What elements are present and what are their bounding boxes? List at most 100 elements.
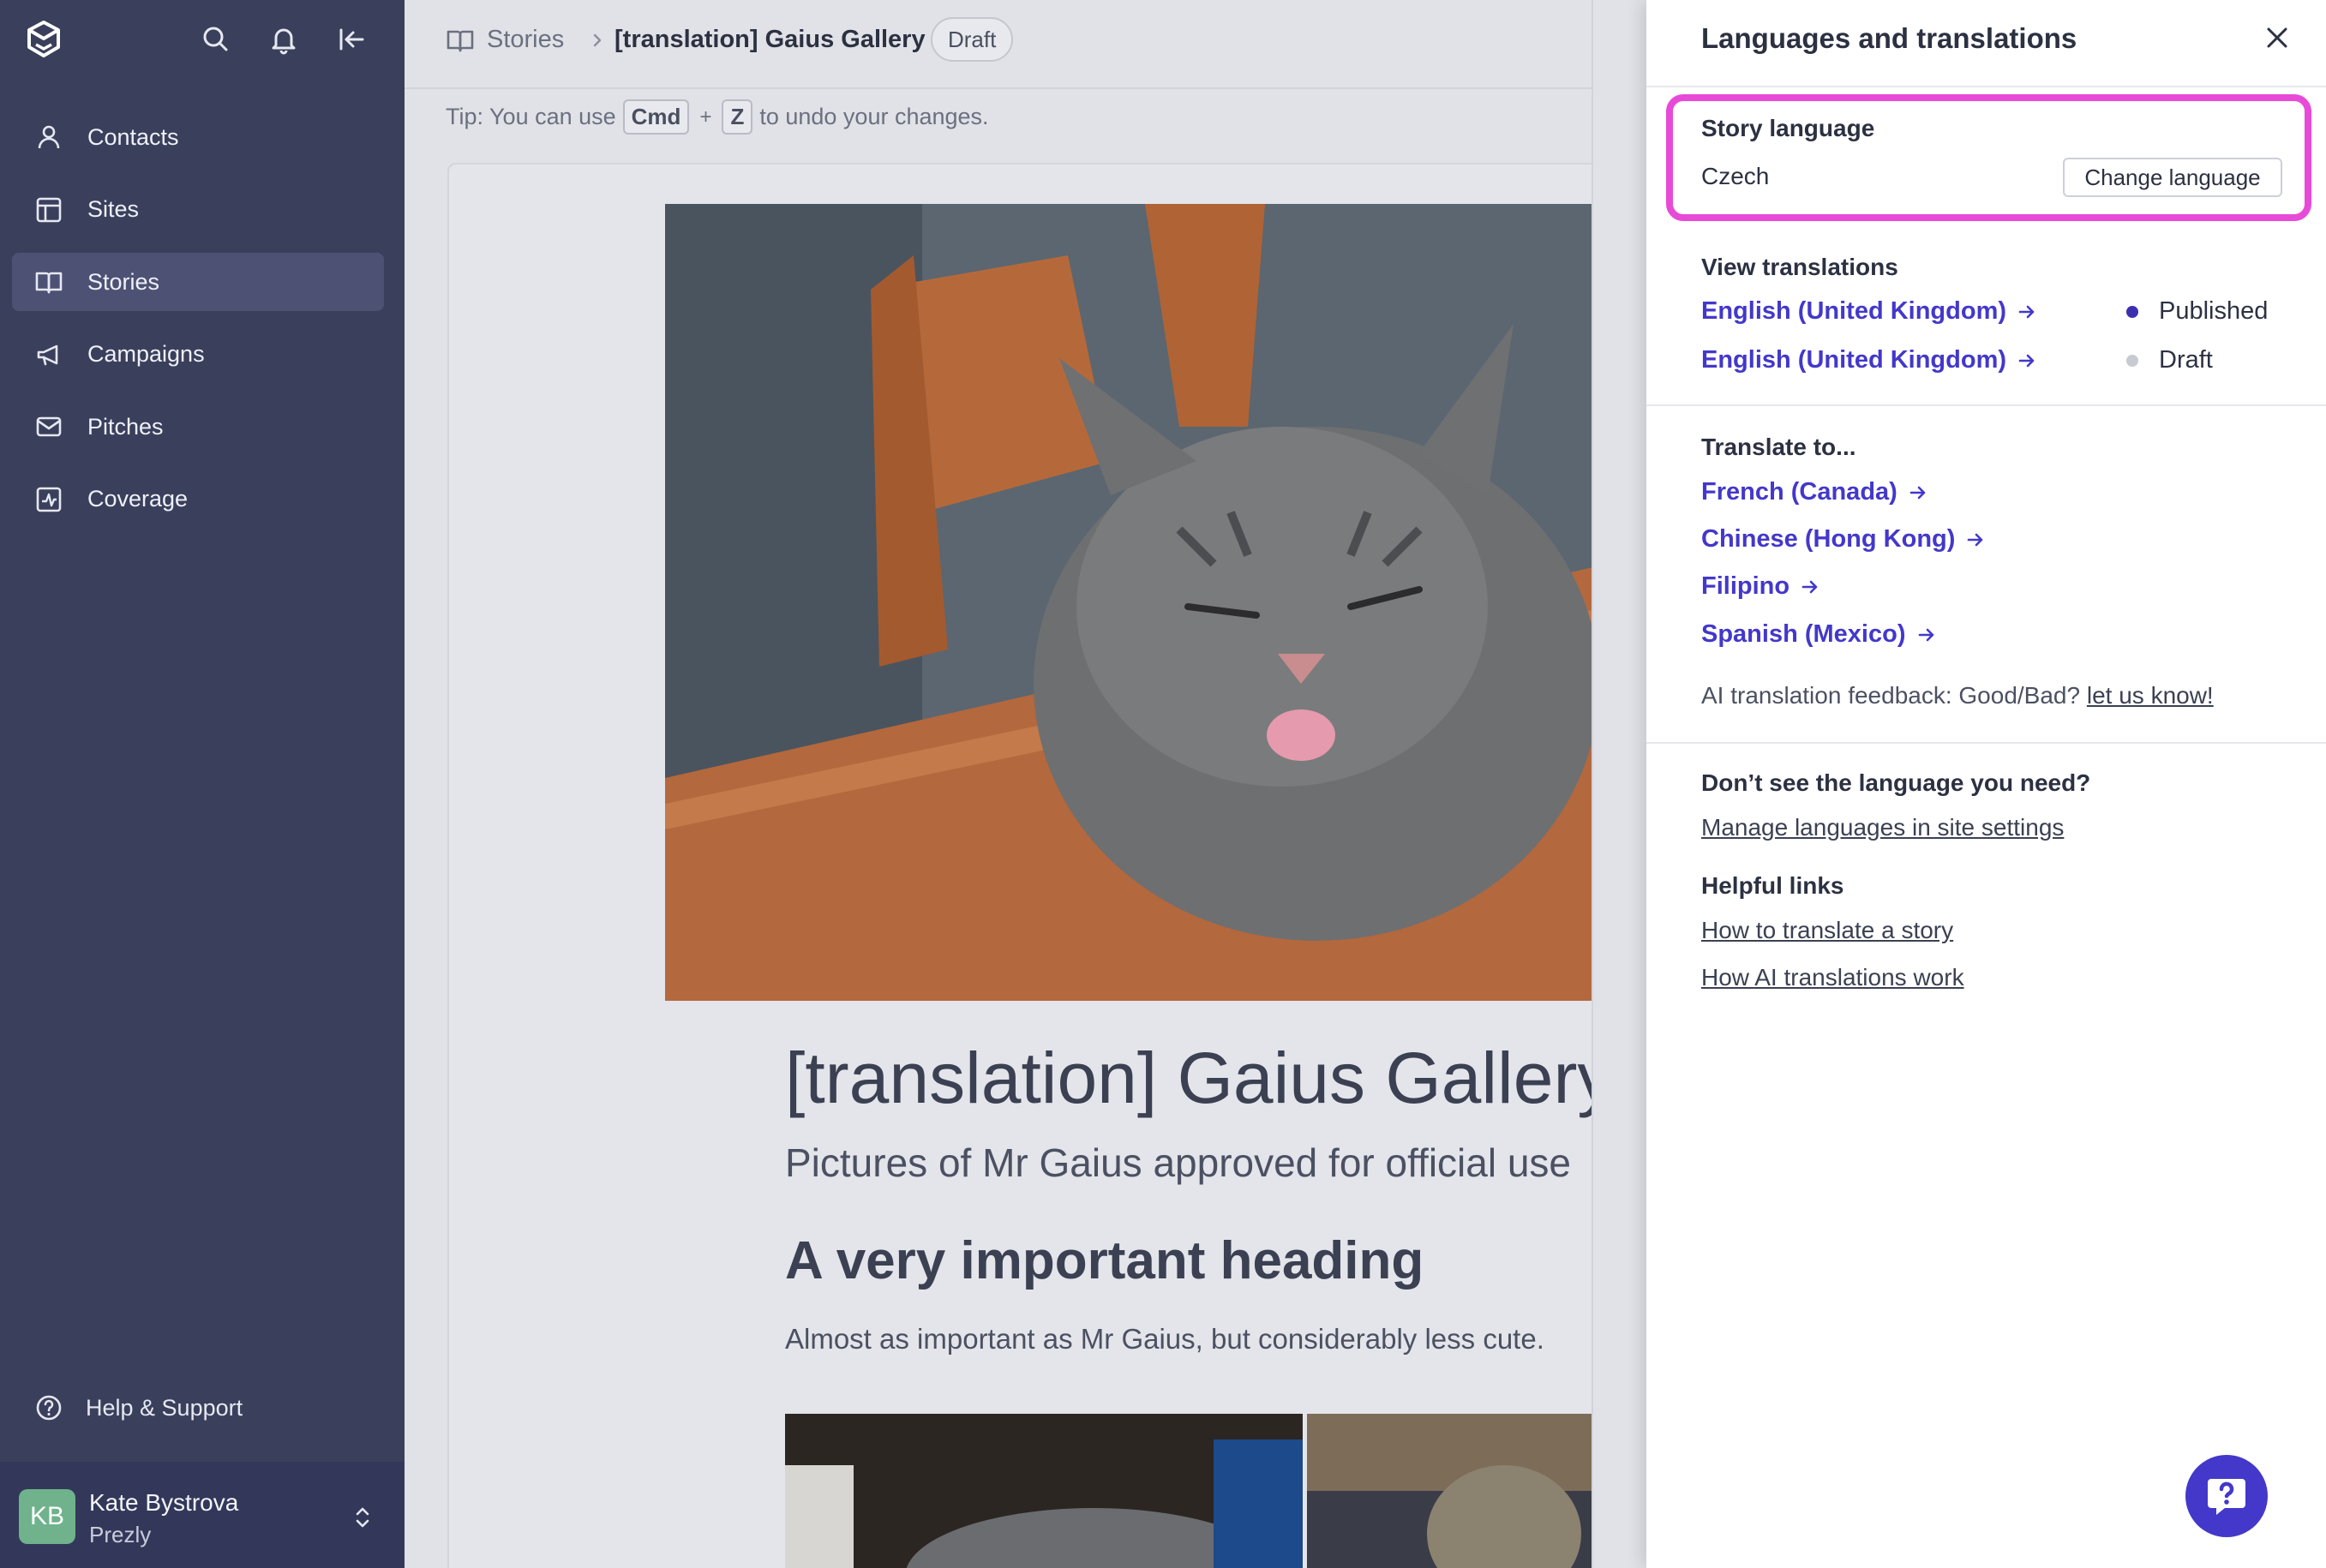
collapse-sidebar-icon[interactable] <box>334 22 369 57</box>
sidebar-item-label: Coverage <box>87 486 189 512</box>
arrow-right-icon <box>2018 305 2035 318</box>
mail-icon <box>36 416 62 437</box>
prezly-logo-icon[interactable] <box>24 19 63 60</box>
chevron-up-down-icon[interactable] <box>348 1503 377 1532</box>
arrow-right-icon <box>1918 628 1933 641</box>
tip-plus: + <box>699 105 712 129</box>
sidebar-item-label: Campaigns <box>87 341 205 367</box>
sidebar-header <box>0 0 405 81</box>
undo-tip: Tip: You can use Cmd + Z to undo your ch… <box>446 99 989 135</box>
missing-language-label: Don’t see the language you need? <box>1701 769 2091 796</box>
user-org: Prezly <box>89 1522 152 1547</box>
tip-suffix: to undo your changes. <box>759 104 989 129</box>
status-label: Published <box>2159 297 2269 325</box>
translate-to-label: Translate to... <box>1701 434 1856 460</box>
sidebar-item-label: Stories <box>87 268 160 295</box>
translation-status: Published <box>2126 297 2268 326</box>
sidebar-item-stories[interactable]: Stories <box>12 253 384 311</box>
arrow-right-icon <box>1909 486 1926 499</box>
bell-icon[interactable] <box>267 22 301 57</box>
cat-photo <box>665 204 1592 1001</box>
settings-strip <box>1592 0 1646 1568</box>
story-language-label: Story language <box>1701 115 1875 141</box>
helpful-links-label: Helpful links <box>1701 872 1844 899</box>
translation-link[interactable]: English (United Kingdom) <box>1701 297 2037 326</box>
ai-feedback: AI translation feedback: Good/Bad? let u… <box>1701 682 2214 709</box>
arrow-right-icon <box>1801 580 1818 593</box>
translation-link-label: English (United Kingdom) <box>1701 297 2007 325</box>
sidebar-item-campaigns[interactable]: Campaigns <box>12 326 384 384</box>
question-circle-icon <box>36 1395 62 1421</box>
sidebar-item-sites[interactable]: Sites <box>12 181 384 239</box>
gallery-image[interactable] <box>785 1414 1303 1568</box>
sidebar-item-label: Pitches <box>87 413 164 440</box>
sidebar-item-label: Sites <box>87 196 140 222</box>
divider <box>1646 404 2326 406</box>
story-paragraph[interactable]: Almost as important as Mr Gaius, but con… <box>785 1323 1544 1356</box>
panel-title: Languages and translations <box>1701 22 2077 54</box>
manage-languages-link[interactable]: Manage languages in site settings <box>1701 814 2064 841</box>
translate-to-link-label: Chinese (Hong Kong) <box>1701 525 1956 553</box>
sidebar: Contacts Sites Stories Campaigns Pitches… <box>0 0 405 1568</box>
help-support-link[interactable]: Help & Support <box>34 1393 243 1422</box>
arrow-right-icon <box>2018 354 2035 367</box>
book-icon <box>35 272 63 294</box>
translate-to-link-label: French (Canada) <box>1701 478 1897 506</box>
story-title[interactable]: [translation] Gaius Gallery <box>785 1037 1592 1120</box>
hero-image[interactable] <box>665 204 1592 1001</box>
chart-icon <box>36 487 62 512</box>
translate-to-chinese-hong-kong[interactable]: Chinese (Hong Kong) <box>1701 525 1986 554</box>
close-icon[interactable] <box>2262 22 2293 53</box>
translation-link-label: English (United Kingdom) <box>1701 346 2007 374</box>
translation-link[interactable]: English (United Kingdom) <box>1701 346 2037 374</box>
story-editor: Stories [translation] Gaius Gallery Draf… <box>405 0 1592 1568</box>
change-language-button[interactable]: Change language <box>2063 158 2282 197</box>
status-badge: Draft <box>931 17 1014 62</box>
tip-prefix: Tip: You can use <box>446 104 616 129</box>
sidebar-item-coverage[interactable]: Coverage <box>12 470 384 529</box>
header: Stories [translation] Gaius Gallery Draf… <box>405 0 1592 89</box>
sidebar-item-label: Contacts <box>87 123 179 150</box>
cat-photo <box>785 1414 1303 1568</box>
translate-to-french-canada[interactable]: French (Canada) <box>1701 478 1928 506</box>
arrow-right-icon <box>1968 533 1983 546</box>
translate-to-link-label: Filipino <box>1701 572 1790 600</box>
help-chat-icon <box>2208 1479 2245 1515</box>
gallery-image[interactable] <box>1307 1414 1592 1568</box>
translate-to-filipino[interactable]: Filipino <box>1701 572 1820 601</box>
help-label: Help & Support <box>86 1394 243 1421</box>
status-label: Draft <box>2159 346 2213 374</box>
divider <box>1646 86 2326 87</box>
translate-to-link-label: Spanish (Mexico) <box>1701 620 1906 648</box>
status-dot-published <box>2126 305 2138 318</box>
sidebar-nav: Contacts Sites Stories Campaigns Pitches… <box>12 108 384 542</box>
sidebar-item-contacts[interactable]: Contacts <box>12 108 384 166</box>
view-translations-label: View translations <box>1701 254 1898 280</box>
user-name: Kate Bystrova <box>89 1489 239 1516</box>
layout-icon <box>36 197 62 222</box>
user-menu[interactable]: KB Kate Bystrova Prezly <box>0 1462 405 1568</box>
divider <box>1646 742 2326 744</box>
story-heading[interactable]: A very important heading <box>785 1230 1424 1291</box>
help-chat-button[interactable] <box>2185 1455 2268 1537</box>
kbd-cmd: Cmd <box>622 99 690 135</box>
story-subtitle[interactable]: Pictures of Mr Gaius approved for offici… <box>785 1140 1571 1186</box>
translate-to-spanish-mexico[interactable]: Spanish (Mexico) <box>1701 620 1937 649</box>
languages-panel: Languages and translations Story languag… <box>1646 0 2326 1568</box>
story-language-value: Czech <box>1701 163 1770 189</box>
book-icon <box>447 30 474 52</box>
breadcrumb-stories[interactable]: Stories <box>487 26 564 54</box>
kbd-z: Z <box>722 99 753 135</box>
breadcrumb-current: [translation] Gaius Gallery <box>614 26 926 53</box>
translation-status: Draft <box>2126 346 2213 374</box>
how-to-translate-link[interactable]: How to translate a story <box>1701 917 1953 944</box>
avatar: KB <box>19 1489 75 1544</box>
how-ai-translations-link[interactable]: How AI translations work <box>1701 964 1964 991</box>
cat-photo <box>1307 1414 1592 1568</box>
user-icon <box>38 125 60 149</box>
ai-feedback-link[interactable]: let us know! <box>2087 682 2214 709</box>
chevron-right-icon <box>593 33 602 47</box>
ai-feedback-text: AI translation feedback: Good/Bad? <box>1701 682 2081 709</box>
sidebar-item-pitches[interactable]: Pitches <box>12 398 384 456</box>
search-icon[interactable] <box>199 22 233 57</box>
